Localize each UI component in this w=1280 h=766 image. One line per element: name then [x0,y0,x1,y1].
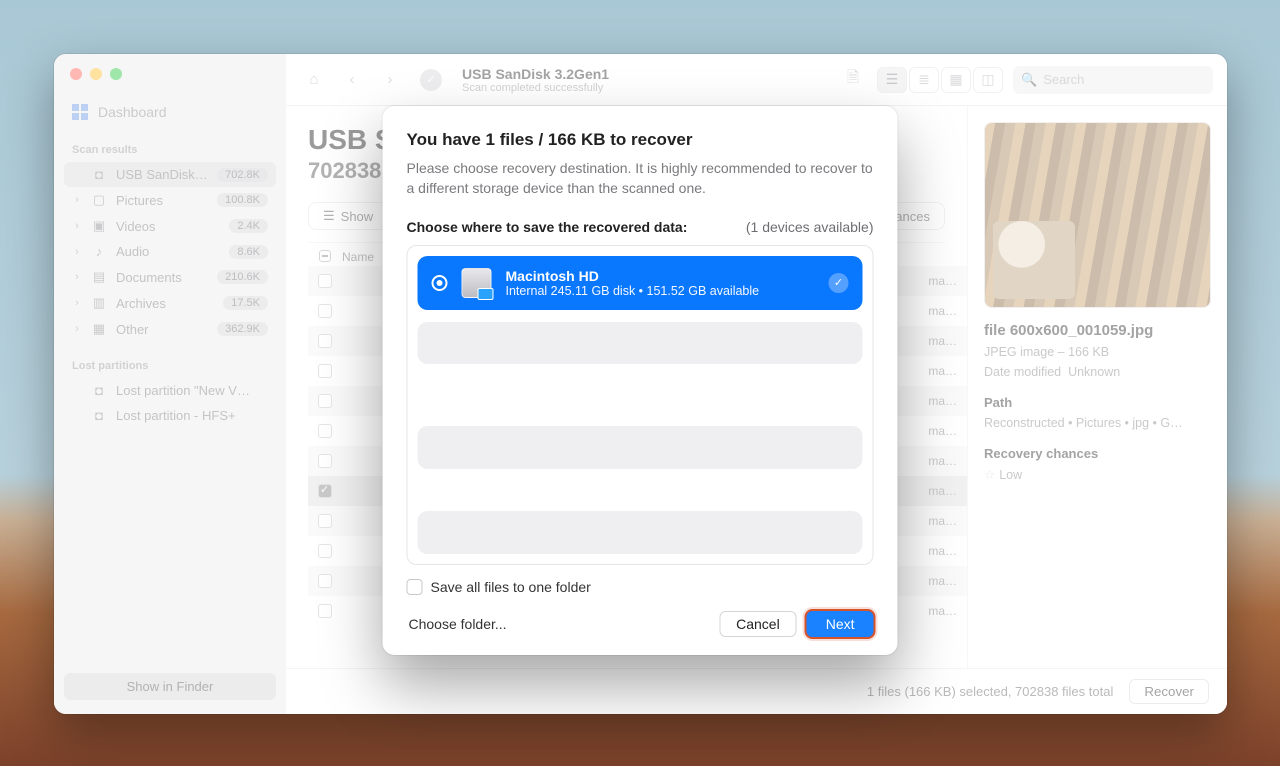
radio-selected-icon [432,275,448,291]
choose-destination-label: Choose where to save the recovered data: [407,219,688,235]
next-button[interactable]: Next [807,611,874,637]
destination-option-macintosh-hd[interactable]: Macintosh HD Internal 245.11 GB disk • 1… [418,256,863,310]
destination-placeholder [418,322,863,365]
destination-placeholder [418,511,863,554]
dialog-title: You have 1 files / 166 KB to recover [407,130,874,150]
recovery-destination-dialog: You have 1 files / 166 KB to recover Ple… [383,106,898,655]
dialog-description: Please choose recovery destination. It i… [407,158,874,199]
choose-folder-button[interactable]: Choose folder... [407,612,509,636]
dialog-footer: Choose folder... Cancel Next [407,611,874,637]
destination-details: Internal 245.11 GB disk • 151.52 GB avai… [506,284,760,298]
save-all-checkbox[interactable] [407,579,423,595]
save-all-one-folder-row[interactable]: Save all files to one folder [407,579,874,595]
devices-available-label: (1 devices available) [746,219,874,235]
destination-list: Macintosh HD Internal 245.11 GB disk • 1… [407,245,874,565]
internal-disk-icon [462,268,492,298]
destination-name: Macintosh HD [506,268,760,284]
check-icon: ✓ [829,273,849,293]
cancel-button[interactable]: Cancel [719,611,797,637]
destination-placeholder [418,426,863,469]
save-all-label: Save all files to one folder [431,579,591,595]
